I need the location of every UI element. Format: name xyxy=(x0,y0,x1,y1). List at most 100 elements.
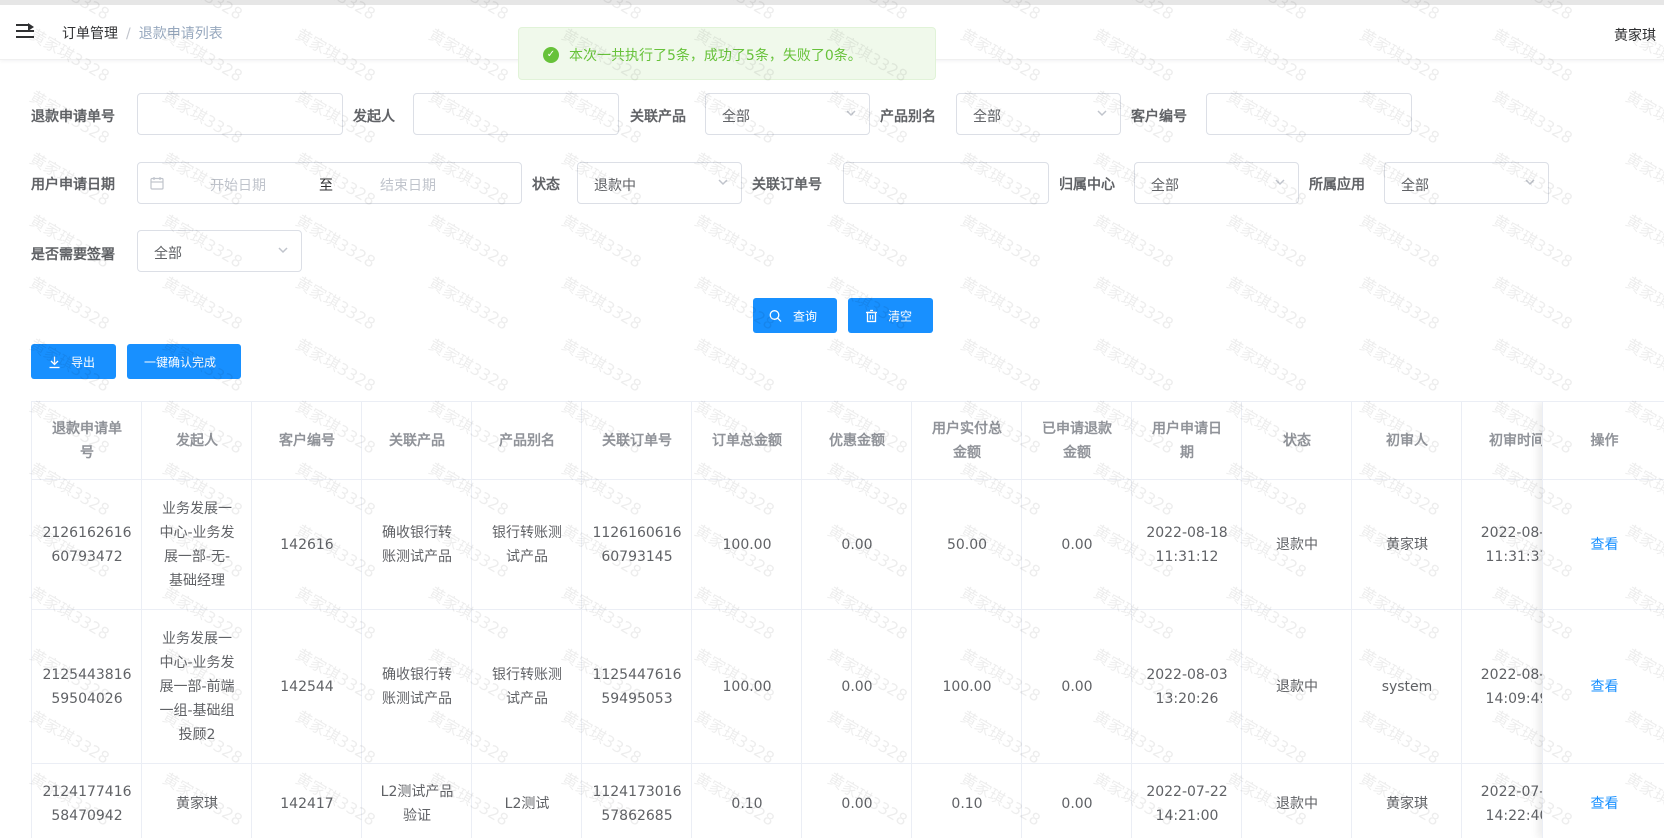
column-header-initiator-text: 发起人 xyxy=(176,433,218,449)
column-header-apply-date: 用户申请日期 xyxy=(1132,402,1242,480)
cell-first-reviewer-text: system xyxy=(1381,679,1433,695)
app-select[interactable]: 全部 xyxy=(1384,162,1549,204)
cell-total-amount-text: 100.00 xyxy=(722,679,772,695)
view-link: 查看 xyxy=(1543,610,1664,764)
alias-select-value: 全部 xyxy=(973,109,1001,125)
customer-no-label: 客户编号 xyxy=(1131,109,1187,125)
watermark-text: 黄家琪3328 xyxy=(1622,148,1664,210)
cell-refunded-amount-text: 0.00 xyxy=(1061,796,1093,812)
apply-date-label: 用户申请日期 xyxy=(31,177,115,193)
view-link-text[interactable]: 查看 xyxy=(1591,675,1619,699)
chevron-down-icon xyxy=(718,179,728,186)
check-circle-icon: ✓ xyxy=(543,47,559,63)
end-date-input[interactable]: 结束日期 xyxy=(380,175,436,195)
apply-date-range-picker[interactable]: 开始日期 至 结束日期 xyxy=(137,162,522,204)
app-select-value: 全部 xyxy=(1401,178,1429,194)
cell-refund-no-text: 59504026 xyxy=(51,691,123,707)
column-header-product: 关联产品 xyxy=(362,402,472,480)
cell-apply-date-text: 13:20:26 xyxy=(1155,691,1219,707)
query-button[interactable]: 查询 xyxy=(753,298,837,333)
cell-refund-no: 2124177416 58470942 xyxy=(32,764,142,838)
download-icon xyxy=(49,356,60,368)
cell-initiator-text: 业务发展一 xyxy=(162,631,232,647)
status-select-value: 退款中 xyxy=(594,178,636,194)
cell-paid-amount-text: 100.00 xyxy=(942,679,992,695)
sign-required-select[interactable]: 全部 xyxy=(137,230,302,272)
sign-required-label: 是否需要签署 xyxy=(31,247,115,263)
breadcrumb-separator: / xyxy=(126,26,131,42)
cell-paid-amount: 0.10 xyxy=(912,764,1022,838)
cell-refunded-amount-text: 0.00 xyxy=(1061,537,1093,553)
cell-total-amount: 100.00 xyxy=(692,480,802,610)
column-header-apply-date-text: 用户申请日 xyxy=(1152,421,1222,437)
cell-alias-text: L2测试 xyxy=(504,796,550,812)
view-link-text[interactable]: 查看 xyxy=(1591,792,1619,816)
cell-refunded-amount: 0.00 xyxy=(1022,610,1132,764)
trash-icon xyxy=(866,309,877,322)
cell-status-text: 退款中 xyxy=(1276,679,1318,695)
initiator-input[interactable] xyxy=(413,93,619,135)
cell-initiator: 业务发展一 中心-业务发 展一部-前端 一组-基础组 投顾2 xyxy=(142,610,252,764)
breadcrumb-item-refund-list: 退款申请列表 xyxy=(138,26,223,42)
refund-no-label: 退款申请单号 xyxy=(31,109,115,125)
view-link-text[interactable]: 查看 xyxy=(1591,533,1619,557)
cell-refund-no-text: 2125443816 xyxy=(42,667,132,683)
cell-apply-date-text: 2022-08-03 xyxy=(1146,667,1228,683)
column-header-refunded-amount-text: 已申请退款 xyxy=(1042,421,1112,437)
clear-button[interactable]: 清空 xyxy=(848,298,933,333)
cell-paid-amount-text: 0.10 xyxy=(951,796,983,812)
refund-table: 退款申请单号 发起人 客户编号 关联产品 产品别名 关联订单号 订单总金额 优惠金额 用户实付总… xyxy=(31,401,1664,838)
breadcrumb-item-order-management[interactable]: 订单管理 xyxy=(62,26,118,42)
watermark-text: 黄家琪3328 xyxy=(1622,86,1664,148)
cell-order-no-text: 57862685 xyxy=(601,808,673,824)
cell-initiator-text: 业务发展一 xyxy=(162,501,232,517)
range-separator: 至 xyxy=(319,178,333,194)
column-header-total-amount: 订单总金额 xyxy=(692,402,802,480)
alias-select[interactable]: 全部 xyxy=(956,93,1121,135)
app-label: 所属应用 xyxy=(1309,177,1365,193)
query-button-label: 查询 xyxy=(793,309,818,323)
refund-no-input[interactable] xyxy=(137,93,343,135)
center-select-value: 全部 xyxy=(1151,178,1179,194)
column-header-paid-amount: 用户实付总 金额 xyxy=(912,402,1022,480)
column-header-first-reviewer-text: 初审人 xyxy=(1386,433,1428,449)
center-select[interactable]: 全部 xyxy=(1134,162,1299,204)
cell-initiator-text: 一组-基础组 xyxy=(159,703,235,719)
export-button[interactable]: 导出 xyxy=(31,344,116,379)
confirm-all-button[interactable]: 一键确认完成 xyxy=(127,344,241,379)
column-header-discount-text: 优惠金额 xyxy=(829,433,885,449)
user-name[interactable]: 黄家琪 xyxy=(1614,25,1656,45)
watermark-text: 黄家琪3328 xyxy=(1489,272,1576,334)
product-label: 关联产品 xyxy=(630,109,686,125)
column-header-initiator: 发起人 xyxy=(142,402,252,480)
column-header-order-no: 关联订单号 xyxy=(582,402,692,480)
watermark-text: 黄家琪3328 xyxy=(26,272,113,334)
chevron-down-icon xyxy=(1097,110,1107,117)
customer-no-input[interactable] xyxy=(1206,93,1412,135)
cell-refund-no-text: 60793472 xyxy=(51,549,123,565)
cell-refund-no-text: 58470942 xyxy=(51,808,123,824)
watermark-text: 黄家琪3328 xyxy=(292,272,379,334)
success-toast: ✓ 本次一共执行了5条，成功了5条，失败了0条。 xyxy=(518,27,936,80)
cell-alias: L2测试 xyxy=(472,764,582,838)
status-select[interactable]: 退款中 xyxy=(577,162,742,204)
column-header-refund-no-text: 号 xyxy=(80,445,94,461)
hamburger-menu-icon[interactable] xyxy=(16,23,34,39)
watermark-text: 黄家琪3328 xyxy=(1090,272,1177,334)
cell-product-text: 账测试产品 xyxy=(382,549,452,565)
cell-total-amount: 100.00 xyxy=(692,610,802,764)
cell-first-reviewer-text: 黄家琪 xyxy=(1386,537,1428,553)
alias-label: 产品别名 xyxy=(880,109,936,125)
cell-apply-date-text: 14:21:00 xyxy=(1155,808,1219,824)
sign-required-select-value: 全部 xyxy=(154,246,182,262)
watermark-text: 黄家琪3328 xyxy=(1090,334,1177,396)
cell-status-text: 退款中 xyxy=(1276,537,1318,553)
column-header-refund-no-text: 退款申请单 xyxy=(52,421,122,437)
order-no-input[interactable] xyxy=(843,162,1049,204)
product-select[interactable]: 全部 xyxy=(705,93,870,135)
watermark-text: 黄家琪3328 xyxy=(1622,210,1664,272)
watermark-text: 黄家琪3328 xyxy=(159,272,246,334)
chevron-down-icon xyxy=(846,110,856,117)
cell-status: 退款中 xyxy=(1242,764,1352,838)
start-date-input[interactable]: 开始日期 xyxy=(210,175,266,195)
